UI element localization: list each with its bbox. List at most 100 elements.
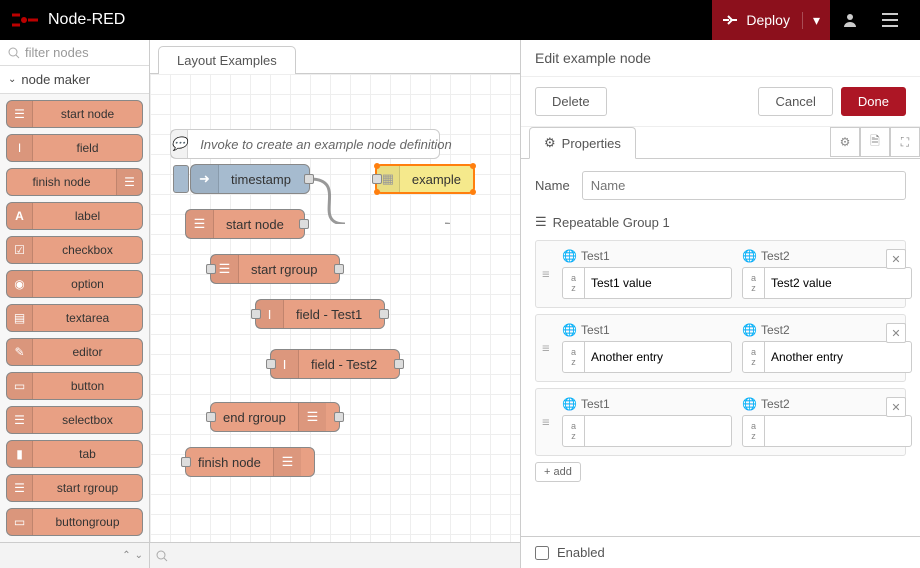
flow-canvas[interactable]: 💬 Invoke to create an example node defin… — [150, 74, 520, 542]
test2-input[interactable] — [765, 345, 911, 369]
enabled-checkbox[interactable] — [535, 546, 549, 560]
output-port[interactable] — [334, 412, 344, 422]
palette-node-buttongroup[interactable]: ▭buttongroup — [6, 508, 143, 536]
edit-icon: ✎ — [7, 339, 33, 365]
globe-icon: 🌐 — [562, 323, 577, 337]
output-port[interactable] — [379, 309, 389, 319]
gear-icon: ⚙ — [544, 135, 556, 151]
comment-icon: 💬 — [171, 130, 188, 158]
search-icon[interactable] — [156, 550, 168, 562]
editor-sidebar: Edit example node Delete Cancel Done ⚙ P… — [520, 40, 920, 568]
cancel-button[interactable]: Cancel — [758, 87, 832, 116]
type-az-icon[interactable]: az — [743, 416, 765, 446]
palette-node-label[interactable]: Alabel — [6, 202, 143, 230]
palette-filter[interactable]: filter nodes — [0, 40, 149, 66]
input-port[interactable] — [181, 457, 191, 467]
start-node[interactable]: ☰ start node — [185, 209, 305, 239]
filter-placeholder: filter nodes — [25, 45, 89, 60]
workspace-footer — [150, 542, 520, 568]
delete-row-button[interactable]: ✕ — [886, 323, 906, 343]
app-title: Node-RED — [48, 11, 125, 29]
collapse-icon[interactable]: ⌃ — [122, 550, 130, 561]
delete-button[interactable]: Delete — [535, 87, 607, 116]
list-icon: ☰ — [7, 475, 33, 501]
drag-handle-icon[interactable]: ≡ — [542, 415, 550, 430]
palette-node-start-rgroup[interactable]: ☰start rgroup — [6, 474, 143, 502]
palette-node-start-node[interactable]: ☰start node — [6, 100, 143, 128]
palette-footer: ⌃ ⌄ — [0, 542, 149, 568]
palette-node-textarea[interactable]: ▤textarea — [6, 304, 143, 332]
drag-handle-icon[interactable]: ≡ — [542, 267, 550, 282]
palette-node-editor[interactable]: ✎editor — [6, 338, 143, 366]
expand-icon-button[interactable]: ⛶ — [890, 127, 920, 157]
example-node[interactable]: ▦ example — [375, 164, 475, 194]
drag-handle-icon[interactable]: ≡ — [542, 341, 550, 356]
properties-tab[interactable]: ⚙ Properties — [529, 127, 636, 159]
delete-row-button[interactable]: ✕ — [886, 249, 906, 269]
app-logo: Node-RED — [10, 11, 125, 29]
comment-node[interactable]: 💬 Invoke to create an example node defin… — [170, 129, 440, 159]
doc-icon: ▤ — [7, 305, 33, 331]
delete-row-button[interactable]: ✕ — [886, 397, 906, 417]
add-row-button[interactable]: + add — [535, 462, 581, 482]
input-port[interactable] — [206, 412, 216, 422]
end-rgroup-node[interactable]: end rgroup ☰ — [210, 402, 340, 432]
palette-node-field[interactable]: Ifield — [6, 134, 143, 162]
category-label: node maker — [21, 72, 90, 87]
name-input[interactable] — [582, 171, 906, 200]
info-icon-button[interactable]: 🗎 — [860, 127, 890, 157]
chevron-down-icon: ⌄ — [8, 74, 16, 85]
input-port[interactable] — [206, 264, 216, 274]
name-label: Name — [535, 178, 570, 193]
list-icon: ☰ — [535, 214, 547, 230]
test1-input[interactable] — [585, 345, 731, 369]
test2-input[interactable] — [765, 271, 911, 295]
settings-icon-button[interactable]: ⚙ — [830, 127, 860, 157]
palette-category-header[interactable]: ⌄ node maker — [0, 66, 149, 94]
test2-input[interactable] — [765, 419, 911, 443]
type-az-icon[interactable]: az — [563, 416, 585, 446]
palette-node-finish-node[interactable]: finish node☰ — [6, 168, 143, 196]
output-port[interactable] — [299, 219, 309, 229]
globe-icon: 🌐 — [742, 323, 757, 337]
tab-layout-examples[interactable]: Layout Examples — [158, 46, 296, 74]
input-port[interactable] — [266, 359, 276, 369]
deploy-label: Deploy — [746, 12, 790, 28]
expand-icon[interactable]: ⌄ — [135, 550, 143, 561]
finish-node[interactable]: finish node ☰ — [185, 447, 315, 477]
test1-input[interactable] — [585, 271, 731, 295]
field-test2-node[interactable]: I field - Test2 — [270, 349, 400, 379]
check-icon: ☑ — [7, 237, 33, 263]
deploy-caret-icon[interactable]: ▾ — [802, 12, 820, 29]
type-az-icon[interactable]: az — [743, 268, 765, 298]
repeatable-row: ≡ 🌐Test1 az 🌐Test2 az ✕ — [535, 388, 906, 456]
output-port[interactable] — [304, 174, 314, 184]
start-rgroup-node[interactable]: ☰ start rgroup — [210, 254, 340, 284]
palette-sidebar: filter nodes ⌄ node maker ☰start node If… — [0, 40, 150, 568]
palette-node-checkbox[interactable]: ☑checkbox — [6, 236, 143, 264]
test1-input[interactable] — [585, 419, 731, 443]
sidebar-footer: Enabled — [521, 536, 920, 568]
workspace-tabs: Layout Examples — [150, 40, 520, 74]
input-port[interactable] — [372, 174, 382, 184]
menu-icon[interactable] — [870, 0, 910, 40]
inject-node[interactable]: ➜ timestamp — [190, 164, 310, 194]
palette-node-tab[interactable]: ▮tab — [6, 440, 143, 468]
inject-button[interactable] — [173, 165, 189, 193]
palette-node-button[interactable]: ▭button — [6, 372, 143, 400]
done-button[interactable]: Done — [841, 87, 906, 116]
output-port[interactable] — [394, 359, 404, 369]
list-icon: ☰ — [186, 210, 214, 238]
field-test1-node[interactable]: I field - Test1 — [255, 299, 385, 329]
type-az-icon[interactable]: az — [563, 268, 585, 298]
palette-node-option[interactable]: ◉option — [6, 270, 143, 298]
sidebar-title: Edit example node — [521, 40, 920, 77]
input-port[interactable] — [251, 309, 261, 319]
type-az-icon[interactable]: az — [743, 342, 765, 372]
output-port[interactable] — [334, 264, 344, 274]
deploy-button[interactable]: Deploy ▾ — [712, 0, 830, 40]
radio-icon: ◉ — [7, 271, 33, 297]
palette-node-selectbox[interactable]: ☰selectbox — [6, 406, 143, 434]
type-az-icon[interactable]: az — [563, 342, 585, 372]
user-icon[interactable] — [830, 0, 870, 40]
